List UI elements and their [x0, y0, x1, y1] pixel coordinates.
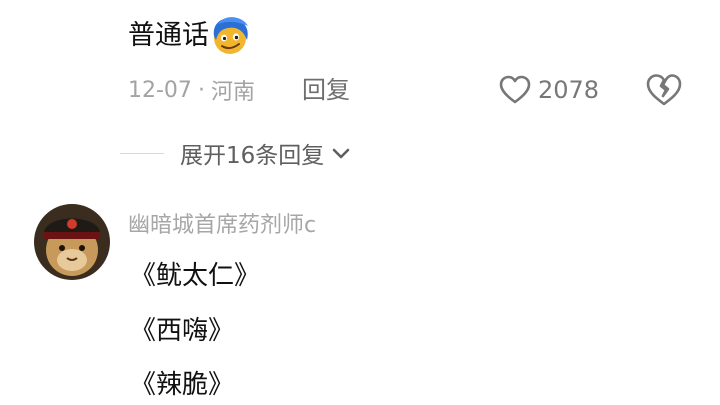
dislike-button[interactable] [644, 70, 684, 110]
comment-location: 河南 [210, 80, 255, 105]
reply-button[interactable]: 回复 [302, 72, 350, 108]
smirk-emoji-icon [210, 16, 252, 56]
comment-line-1: 《鱿太仁》 [130, 261, 261, 291]
comment-line-3: 《辣脆》 [130, 370, 235, 400]
avatar[interactable] [34, 204, 110, 280]
expand-replies-button[interactable]: 展开16条回复 [120, 134, 352, 172]
divider-line [120, 152, 164, 154]
comment-date: 12-07 [128, 77, 192, 103]
heart-icon [498, 73, 532, 107]
broken-heart-icon [644, 70, 684, 110]
like-button[interactable]: 2078 [498, 70, 599, 110]
meta-separator: · [197, 77, 205, 103]
comment-meta: 12-07 · 河南 [128, 72, 255, 108]
comment-body: 普通话 [128, 20, 209, 51]
comment-username[interactable]: 幽暗城首席药剂师c [128, 208, 316, 244]
like-count: 2078 [538, 76, 600, 104]
expand-replies-label: 展开16条回复 [180, 143, 325, 169]
comment-text: 普通话 [128, 16, 252, 56]
comment-line-2: 《西嗨》 [130, 316, 235, 346]
chevron-down-icon [330, 142, 352, 164]
